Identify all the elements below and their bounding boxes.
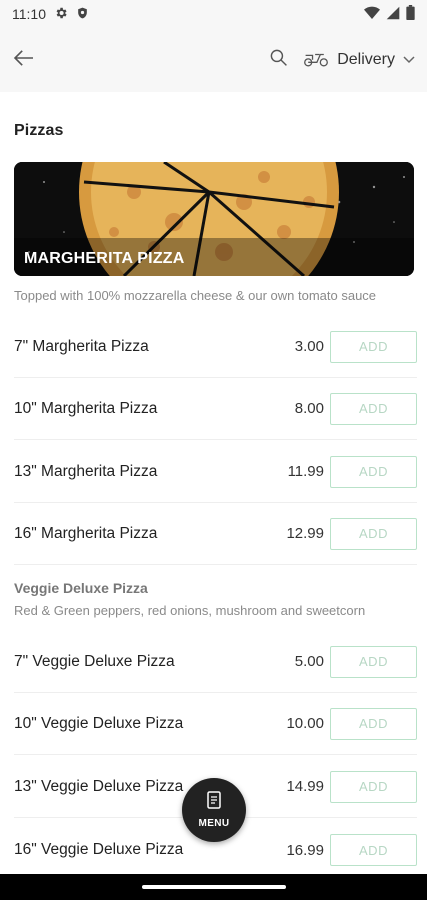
item-price: 11.99 [287,463,324,480]
back-arrow-icon [13,49,35,72]
item-price: 10.00 [286,715,324,732]
delivery-label: Delivery [337,51,395,68]
menu-item-row: 7" Veggie Deluxe Pizza 5.00 ADD [14,631,417,693]
status-time: 11:10 [12,6,46,22]
menu-document-icon [207,791,221,814]
app-bar: Delivery [0,28,427,92]
system-nav-bar [0,874,427,900]
wifi-icon [364,6,380,23]
add-button[interactable]: ADD [330,645,417,678]
signal-icon [386,6,400,23]
add-button[interactable]: ADD [330,770,417,803]
menu-content[interactable]: Pizzas MARGHERITA PIZZA Topped with 100%… [0,92,427,874]
category-description: Topped with 100% mozzarella cheese & our… [14,288,377,303]
chevron-down-icon [403,51,415,69]
menu-item-row: 10" Margherita Pizza 8.00 ADD [14,378,417,440]
scooter-icon [303,48,329,73]
menu-item-row: 7" Margherita Pizza 3.00 ADD [14,316,417,378]
add-button[interactable]: ADD [330,330,417,363]
add-button[interactable]: ADD [330,707,417,740]
subcategory-title: Veggie Deluxe Pizza [14,580,148,596]
add-button[interactable]: ADD [330,455,417,488]
search-icon [269,48,288,72]
item-name: 13" Margherita Pizza [14,462,158,480]
add-button[interactable]: ADD [330,517,417,550]
status-bar: 11:10 [0,0,427,28]
item-name: 10" Veggie Deluxe Pizza [14,714,184,732]
item-price: 5.00 [294,653,324,670]
menu-item-row: 16" Margherita Pizza 12.99 ADD [14,503,417,565]
delivery-mode-select[interactable]: Delivery [303,48,415,73]
item-name: 10" Margherita Pizza [14,399,158,417]
banner-title: MARGHERITA PIZZA [24,250,185,267]
menu-item-row: 13" Margherita Pizza 11.99 ADD [14,441,417,503]
category-banner: MARGHERITA PIZZA [14,162,414,276]
add-button[interactable]: ADD [330,392,417,425]
item-price: 16.99 [286,841,324,859]
gear-icon [54,6,68,23]
item-price: 3.00 [294,338,324,355]
menu-fab-button[interactable]: MENU [182,778,246,842]
section-title: Pizzas [14,122,64,139]
search-button[interactable] [267,49,289,71]
subcategory-description: Red & Green peppers, red onions, mushroo… [14,603,366,618]
menu-item-row: 10" Veggie Deluxe Pizza 10.00 ADD [14,693,417,755]
menu-fab-label: MENU [198,818,230,829]
back-button[interactable] [12,48,36,72]
add-button[interactable]: ADD [330,834,417,866]
shield-icon [76,6,89,23]
item-name: 7" Margherita Pizza [14,337,149,355]
battery-icon [406,5,415,23]
item-name: 16" Margherita Pizza [14,524,158,542]
home-gesture-handle[interactable] [141,885,286,889]
item-name: 7" Veggie Deluxe Pizza [14,652,175,670]
item-name: 16" Veggie Deluxe Pizza [14,841,184,858]
item-price: 14.99 [286,778,324,795]
item-price: 8.00 [294,400,324,417]
item-price: 12.99 [286,525,324,542]
